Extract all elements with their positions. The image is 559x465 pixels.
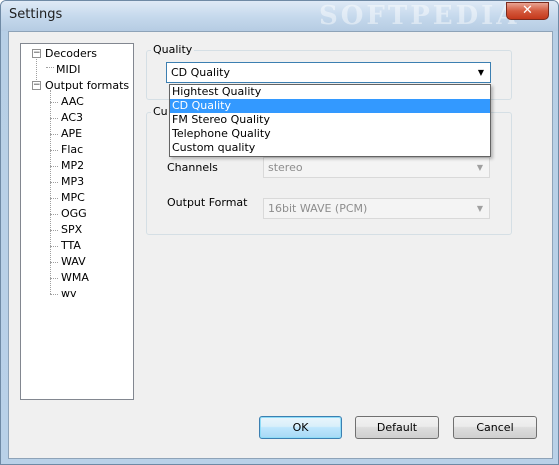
ok-button[interactable]: OK [259,416,342,439]
close-button[interactable]: ✕ [506,2,549,20]
tree-connector [50,214,58,215]
dialog-client-area: − Decoders MIDI − Output formats AAC AC3… [8,31,553,459]
tree-connector [50,262,58,263]
tree-item-wav[interactable]: WAV [61,254,86,270]
tree-connector [50,182,58,183]
tree-label: wv [61,287,77,300]
quality-select[interactable]: CD Quality ▼ [166,62,491,83]
tree-connector [50,230,58,231]
quality-dropdown-list[interactable]: Hightest Quality CD Quality FM Stereo Qu… [169,84,491,157]
tree-item-ac3[interactable]: AC3 [61,110,83,126]
tree-connector [50,118,58,119]
tree-label-output-formats: Output formats [45,79,130,92]
tree-connector [50,90,51,294]
tree-item-ogg[interactable]: OGG [61,206,87,222]
tree-connector [50,134,58,135]
window-title: Settings [9,7,63,22]
collapse-icon[interactable]: − [32,81,41,90]
settings-tree[interactable]: − Decoders MIDI − Output formats AAC AC3… [20,43,134,400]
tree-item-aac[interactable]: AAC [61,94,84,110]
tree-connector [50,198,58,199]
tree-item-tta[interactable]: TTA [61,238,81,254]
tree-label: AAC [61,95,84,108]
chevron-down-icon[interactable]: ▼ [476,63,486,82]
tree-connector [50,166,58,167]
tree-item-mp2[interactable]: MP2 [61,158,84,174]
quality-option-telephone[interactable]: Telephone Quality [170,127,490,141]
cancel-button[interactable]: Cancel [453,416,537,439]
channels-select-value: stereo [268,161,303,174]
tree-connector [46,67,54,68]
chevron-down-icon: ▼ [476,163,484,172]
tree-connector [50,294,58,295]
output-format-label: Output Format [167,196,248,209]
tree-item-midi[interactable]: MIDI [56,62,80,78]
tree-item-mpc[interactable]: MPC [61,190,85,206]
tree-label: TTA [61,239,81,252]
default-button[interactable]: Default [355,416,439,439]
tree-label: WAV [61,255,86,268]
tree-label: AC3 [61,111,84,124]
tree-connector [50,150,58,151]
tree-connector [50,102,58,103]
quality-group-label: Quality [151,43,195,56]
quality-option-custom[interactable]: Custom quality [170,141,490,155]
collapse-icon[interactable]: − [32,49,41,58]
tree-label: SPX [61,223,83,236]
tree-label: APE [61,127,83,140]
tree-label-decoders: Decoders [45,47,98,60]
output-format-select[interactable]: 16bit WAVE (PCM) ▼ [263,198,490,219]
tree-connector [50,278,58,279]
tree-item-mp3[interactable]: MP3 [61,174,84,190]
tree-label: MP2 [61,159,85,172]
custom-group-label: Cu [151,105,170,118]
quality-option-hightest[interactable]: Hightest Quality [170,85,490,99]
chevron-down-icon: ▼ [476,204,484,213]
tree-item-output-formats[interactable]: − Output formats [21,78,131,94]
quality-option-cd[interactable]: CD Quality [170,99,490,113]
tree-connector [50,246,58,247]
tree-label: MPC [61,191,85,204]
quality-select-value: CD Quality [171,66,230,79]
channels-select[interactable]: stereo ▼ [263,157,490,178]
tree-item-decoders[interactable]: − Decoders [21,46,131,62]
tree-item-wma[interactable]: WMA [61,270,89,286]
tree-label: MP3 [61,175,85,188]
tree-item-ape[interactable]: APE [61,126,82,142]
watermark-logo: SOFTPEDIA [319,1,520,31]
tree-item-wv[interactable]: wv [61,286,77,302]
settings-window: Settings SOFTPEDIA ✕ − Decoders MIDI − O… [0,0,559,465]
tree-label: MIDI [56,63,81,76]
tree-label: Flac [61,143,84,156]
tree-item-flac[interactable]: Flac [61,142,83,158]
output-format-select-value: 16bit WAVE (PCM) [268,202,368,215]
tree-item-spx[interactable]: SPX [61,222,82,238]
title-bar[interactable]: Settings SOFTPEDIA ✕ [1,1,558,31]
tree-label: WMA [61,271,89,284]
channels-label: Channels [167,161,218,174]
close-icon: ✕ [522,3,533,18]
tree-label: OGG [61,207,87,220]
quality-option-fm-stereo[interactable]: FM Stereo Quality [170,113,490,127]
